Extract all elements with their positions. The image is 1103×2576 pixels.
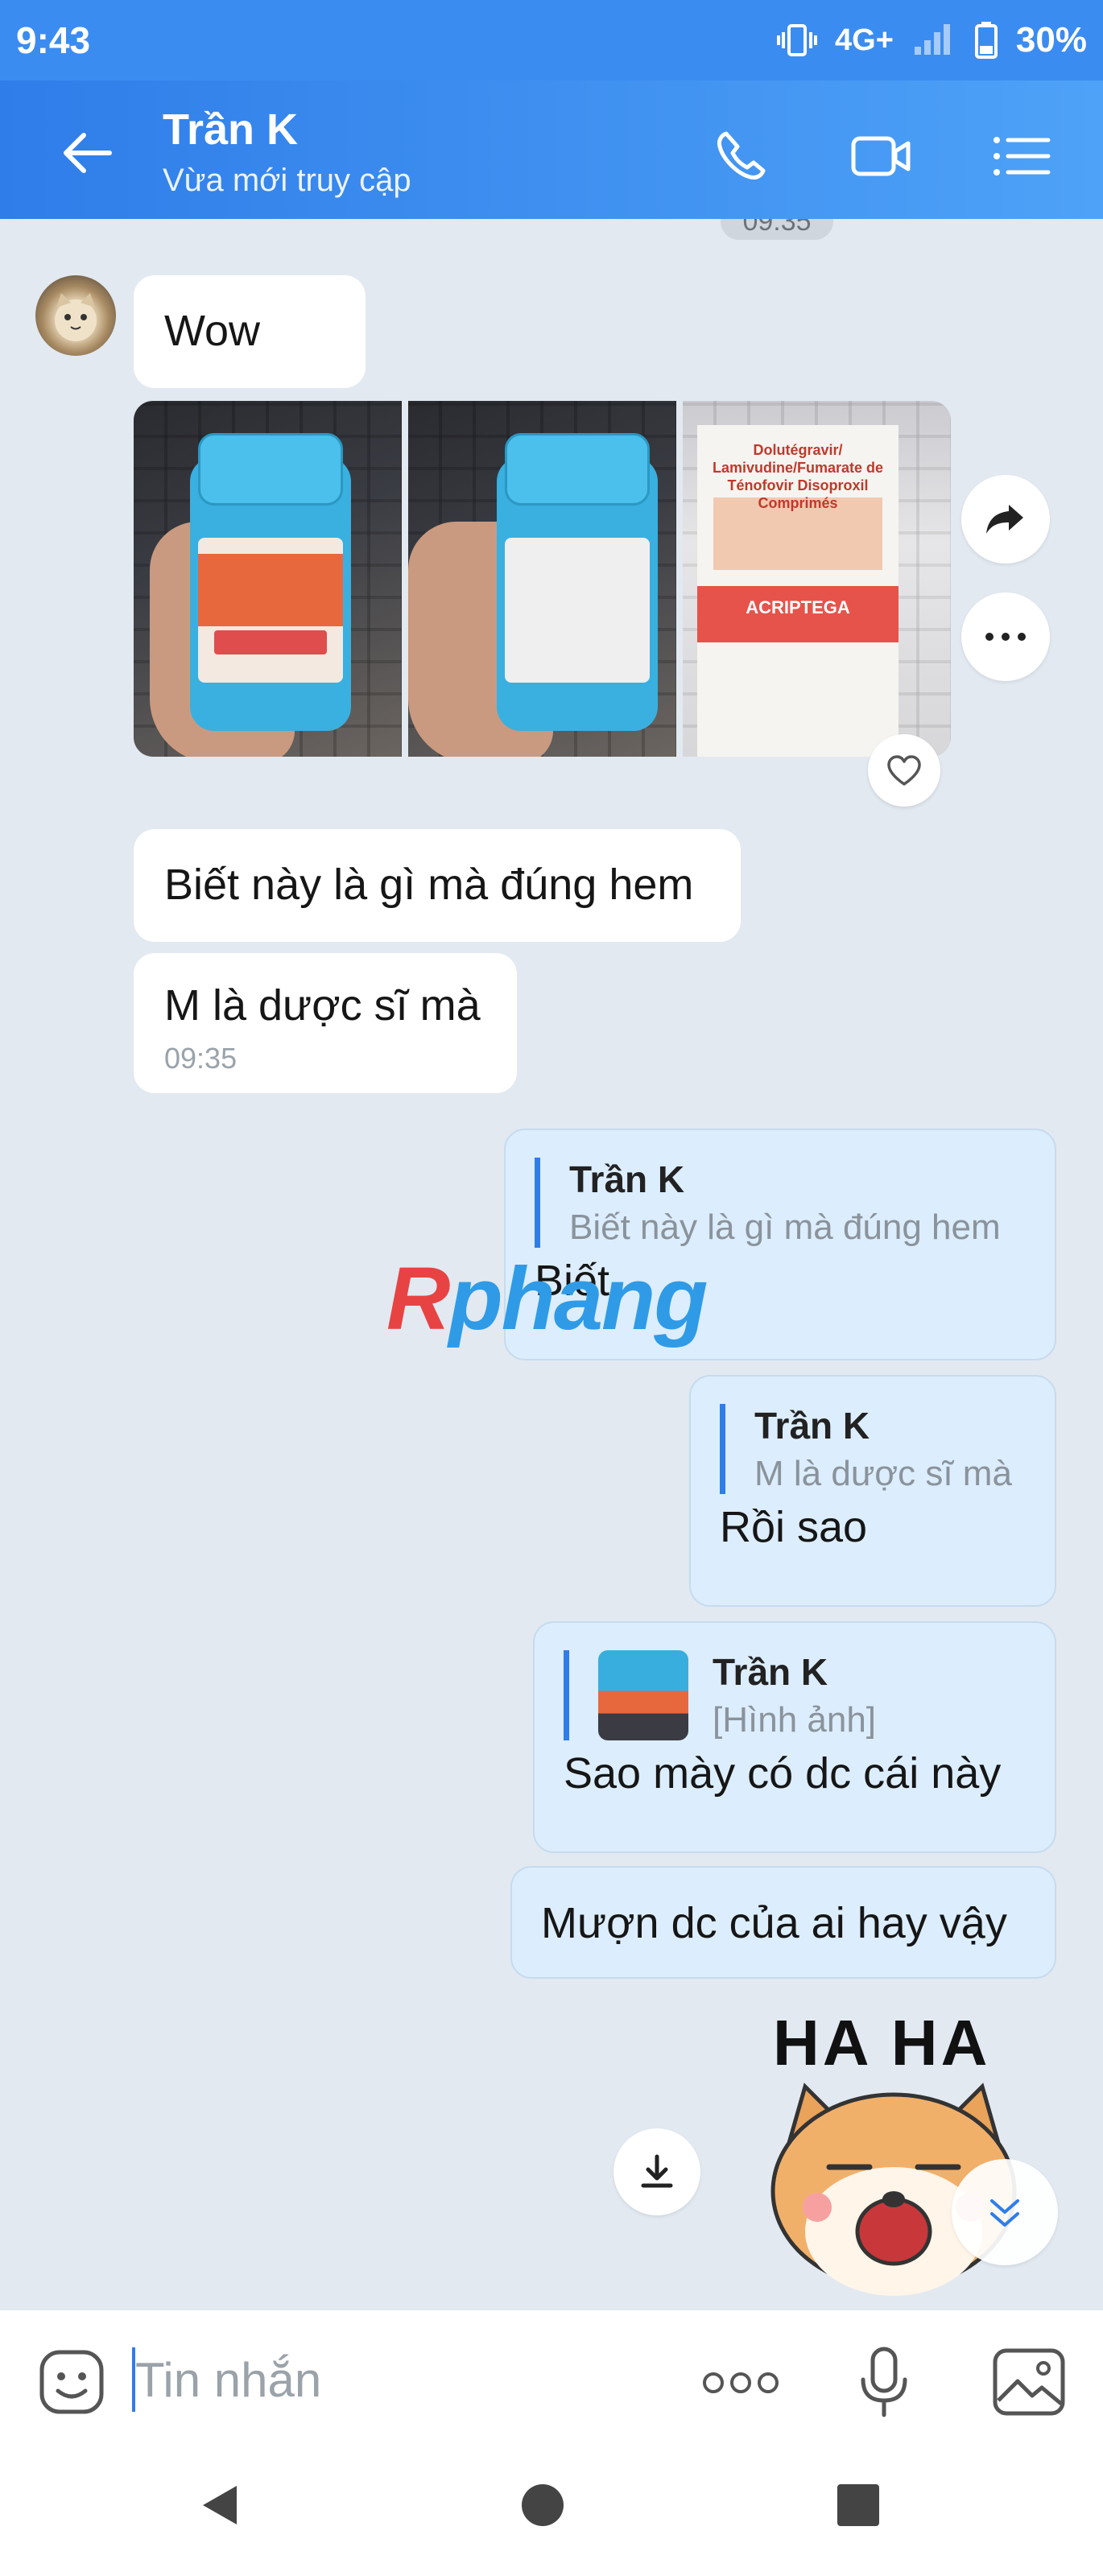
system-navigation-bar bbox=[0, 2449, 1103, 2576]
heart-icon bbox=[887, 755, 921, 786]
time-chip: 09:35 bbox=[721, 219, 833, 240]
photo-bottle-front[interactable] bbox=[134, 401, 402, 757]
vibrate-icon bbox=[777, 24, 818, 56]
double-chevron-down-icon bbox=[990, 2199, 1019, 2227]
network-type: 4G+ bbox=[835, 23, 894, 57]
message-bubble-incoming[interactable]: M là dược sĩ mà 09:35 bbox=[134, 953, 517, 1093]
message-list[interactable]: 09:35 Wow Dolutégravir/ Lamivudine/Fumar… bbox=[0, 219, 1103, 2310]
more-dots-icon[interactable] bbox=[700, 2368, 781, 2397]
message-input[interactable]: Tin nhắn bbox=[135, 2352, 321, 2408]
watermark-logo: Rphang bbox=[386, 1249, 708, 1348]
battery-icon bbox=[974, 22, 998, 59]
emoji-icon[interactable] bbox=[37, 2347, 106, 2417]
quoted-sender: Trần K bbox=[713, 1651, 828, 1693]
clock: 9:43 bbox=[16, 19, 91, 61]
photo-box-brand: ACRIPTEGA bbox=[746, 597, 850, 617]
quoted-message[interactable]: Trần K M là dược sĩ mà bbox=[720, 1404, 1026, 1494]
menu-list-icon[interactable] bbox=[989, 124, 1053, 188]
contact-status: Vừa mới truy cập bbox=[163, 163, 411, 198]
scroll-to-bottom-button[interactable] bbox=[952, 2159, 1058, 2265]
message-text: Sao mày có dc cái này bbox=[564, 1749, 1002, 1798]
chat-header: Trần K Vừa mới truy cập bbox=[0, 80, 1103, 219]
contact-avatar[interactable] bbox=[35, 275, 116, 356]
video-call-icon[interactable] bbox=[849, 124, 913, 188]
more-options-button[interactable] bbox=[961, 592, 1050, 681]
message-input-bar: Tin nhắn bbox=[0, 2310, 1103, 2449]
photo-box[interactable]: Dolutégravir/ Lamivudine/Fumarate de Tén… bbox=[683, 401, 951, 757]
contact-name[interactable]: Trần K bbox=[163, 105, 298, 155]
quoted-text: Biết này là gì mà đúng hem bbox=[569, 1208, 1001, 1247]
message-bubble-incoming[interactable]: Biết này là gì mà đúng hem bbox=[134, 829, 741, 942]
quoted-text: M là dược sĩ mà bbox=[754, 1454, 1012, 1493]
more-dots-icon bbox=[985, 633, 1026, 641]
download-button[interactable] bbox=[613, 2128, 700, 2215]
nav-home-icon[interactable] bbox=[518, 2481, 567, 2529]
message-text: Mượn dc của ai hay vậy bbox=[541, 1899, 1007, 1947]
forward-button[interactable] bbox=[961, 475, 1050, 564]
photo-box-text: Dolutégravir/ Lamivudine/Fumarate de Tén… bbox=[712, 442, 884, 511]
share-arrow-icon bbox=[986, 505, 1023, 534]
download-icon bbox=[641, 2154, 673, 2188]
message-time: 09:35 bbox=[164, 1042, 238, 1075]
phone-call-icon[interactable] bbox=[708, 124, 773, 188]
message-text: M là dược sĩ mà bbox=[164, 981, 481, 1030]
message-bubble-outgoing[interactable]: Trần K [Hình ảnh] Sao mày có dc cái này bbox=[533, 1621, 1056, 1853]
react-heart-button[interactable] bbox=[868, 734, 940, 807]
signal-icon bbox=[914, 24, 950, 55]
sticker-text: HA HA bbox=[773, 2007, 991, 2079]
message-text: Wow bbox=[164, 307, 261, 355]
quoted-sender: Trần K bbox=[569, 1158, 685, 1200]
message-text: Rồi sao bbox=[720, 1503, 868, 1551]
quoted-message[interactable]: Trần K Biết này là gì mà đúng hem bbox=[535, 1158, 1026, 1248]
photo-bottle-back[interactable] bbox=[408, 401, 676, 757]
nav-recents-icon[interactable] bbox=[834, 2481, 882, 2529]
status-bar: 9:43 4G+ 30% bbox=[0, 0, 1103, 80]
message-text: Biết này là gì mà đúng hem bbox=[164, 861, 694, 909]
battery-level: 30% bbox=[1015, 20, 1087, 60]
quoted-image-thumbnail bbox=[598, 1650, 688, 1740]
message-bubble-outgoing[interactable]: Trần K M là dược sĩ mà Rồi sao bbox=[689, 1375, 1056, 1607]
quoted-text: [Hình ảnh] bbox=[713, 1700, 877, 1740]
nav-back-icon[interactable] bbox=[196, 2481, 245, 2529]
message-bubble-incoming[interactable]: Wow bbox=[134, 275, 366, 388]
image-gallery-icon[interactable] bbox=[992, 2347, 1066, 2417]
quoted-sender: Trần K bbox=[754, 1405, 870, 1447]
photo-group[interactable]: Dolutégravir/ Lamivudine/Fumarate de Tén… bbox=[134, 401, 951, 757]
quoted-message[interactable]: Trần K [Hình ảnh] bbox=[564, 1650, 1026, 1740]
microphone-icon[interactable] bbox=[858, 2346, 910, 2420]
message-bubble-outgoing[interactable]: Mượn dc của ai hay vậy bbox=[510, 1866, 1056, 1979]
cat-avatar-icon bbox=[55, 293, 97, 341]
back-arrow-icon[interactable] bbox=[56, 121, 121, 185]
